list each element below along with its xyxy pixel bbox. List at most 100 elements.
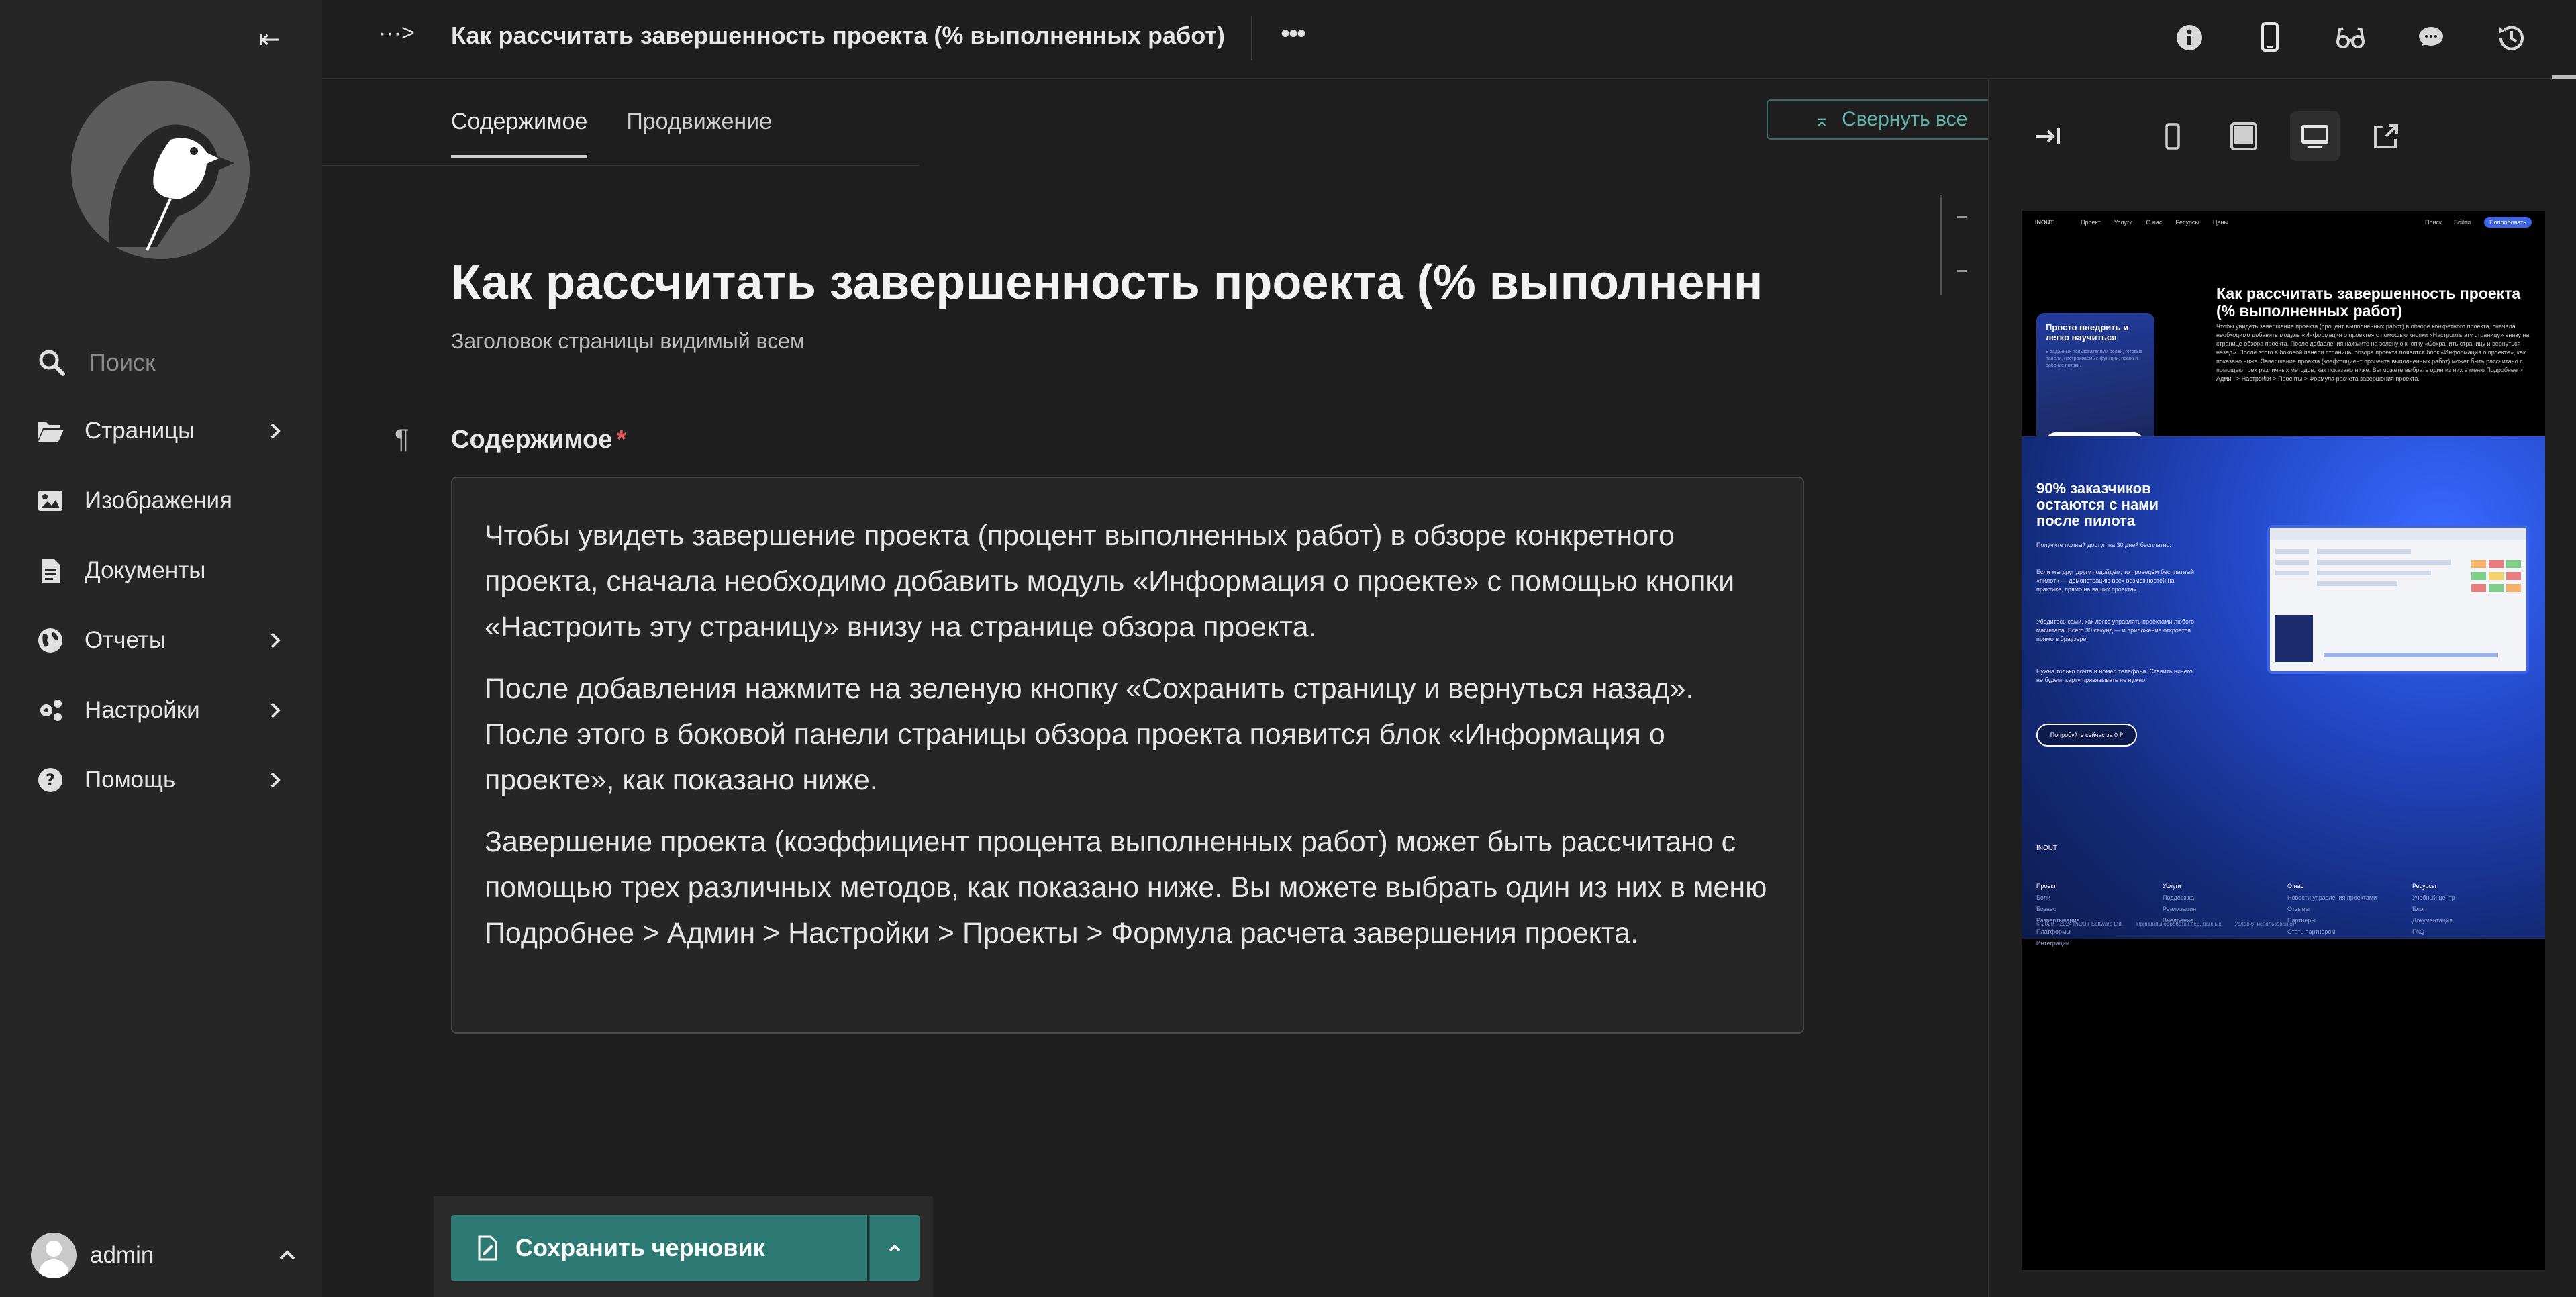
sidebar-item-label: Отчеты xyxy=(85,627,166,653)
search-row[interactable]: Поиск xyxy=(36,341,305,384)
site-article-body: Чтобы увидеть завершение проекта (процен… xyxy=(2216,323,2530,382)
cta-title: 90% заказчиков остаются с нами после пил… xyxy=(2036,480,2159,529)
globe-icon xyxy=(38,628,62,653)
chevron-right-icon xyxy=(270,702,281,718)
editor-paragraph[interactable]: Чтобы увидеть завершение проекта (процен… xyxy=(485,513,1771,650)
editor-tabs: Содержимое Продвижение xyxy=(451,109,811,158)
search-input[interactable]: Поиск xyxy=(89,348,156,377)
save-draft-label: Сохранить черновик xyxy=(515,1234,765,1261)
footer-column: Услуги Поддержка Реализация Внедрение xyxy=(2163,883,2197,924)
folder-open-icon xyxy=(38,422,64,442)
sidebar-menu: Страницы Изображения Документы Отчеты На… xyxy=(0,396,322,815)
site-nav-item[interactable]: Услуги xyxy=(2114,219,2133,226)
preview-iframe[interactable]: INOUT Проект Услуги О нас Ресурсы Цены П… xyxy=(2022,211,2545,1270)
sidebar-item-label: Настройки xyxy=(85,697,200,723)
desktop-icon xyxy=(2301,125,2328,148)
main-editor: Содержимое Продвижение ⌅ Свернуть все Ка… xyxy=(322,79,2015,1297)
site-nav-item[interactable]: Ресурсы xyxy=(2175,219,2199,226)
tab-promote[interactable]: Продвижение xyxy=(626,109,772,158)
chevron-right-icon xyxy=(270,772,281,788)
footer-column: О нас Новости управления проектами Отзыв… xyxy=(2287,883,2377,935)
sidebar-item-images[interactable]: Изображения xyxy=(0,466,322,536)
preview-mobile-button[interactable] xyxy=(2148,111,2197,161)
chevron-right-icon xyxy=(270,423,281,439)
rich-text-editor[interactable]: Чтобы увидеть завершение проекта (процен… xyxy=(451,477,1804,1034)
document-icon xyxy=(42,559,60,583)
cta-text: Получите полный доступ на 30 дней беспла… xyxy=(2036,542,2171,548)
required-asterisk: * xyxy=(616,426,627,454)
collapse-all-label: Свернуть все xyxy=(1842,108,1968,130)
site-login[interactable]: Войти xyxy=(2454,219,2471,226)
site-footer: INOUT Проект Боли Бизнес Развертывание П… xyxy=(2022,845,2545,1270)
glasses-icon[interactable] xyxy=(2330,17,2371,58)
mobile-preview-icon[interactable] xyxy=(2250,17,2290,58)
site-nav-item[interactable]: Цены xyxy=(2213,219,2228,226)
tab-content[interactable]: Содержимое xyxy=(451,109,588,158)
app-screenshot-image xyxy=(2267,525,2529,674)
avatar xyxy=(31,1233,77,1278)
external-link-icon xyxy=(2374,124,2398,148)
site-nav: INOUT Проект Услуги О нас Ресурсы Цены П… xyxy=(2022,211,2545,234)
cogs-icon xyxy=(40,700,62,721)
sidebar-item-label: Страницы xyxy=(85,418,195,444)
collapse-all-button[interactable]: ⌅ Свернуть все xyxy=(1767,99,2015,140)
comment-icon[interactable] xyxy=(2411,17,2451,58)
card-text: В заданных пользователями ролей, готовые… xyxy=(2046,350,2143,368)
info-icon[interactable] xyxy=(2169,17,2210,58)
page-title: Как рассчитать завершенность проекта (% … xyxy=(451,21,1225,49)
username: admin xyxy=(90,1242,154,1268)
footer-copyright: © 2020 – 2024 INOUT Software Ltd. Принци… xyxy=(2036,921,2295,927)
editor-paragraph[interactable]: Завершение проекта (коэффициент процента… xyxy=(485,819,1771,956)
title-help-text: Заголовок страницы видимый всем xyxy=(451,329,805,353)
preview-desktop-button[interactable] xyxy=(2290,111,2340,161)
account-menu[interactable]: admin xyxy=(31,1233,299,1278)
sidebar: ⇤ Поиск Страницы Изображения Документы О… xyxy=(0,0,322,1297)
minimap-marker[interactable] xyxy=(1957,270,1967,272)
site-nav-item[interactable]: О нас xyxy=(2146,219,2162,226)
search-icon xyxy=(39,350,65,376)
help-icon: ? xyxy=(38,768,62,792)
draft-icon xyxy=(478,1235,497,1261)
divider xyxy=(1251,16,1252,60)
tabs-divider xyxy=(322,165,920,166)
sidebar-item-documents[interactable]: Документы xyxy=(0,536,322,606)
editor-paragraph[interactable]: После добавления нажмите на зеленую кноп… xyxy=(485,666,1771,803)
breadcrumb-toggle[interactable]: ···> xyxy=(379,20,415,46)
cta-text: Если мы друг другу подойдём, то проведём… xyxy=(2036,569,2195,593)
image-icon xyxy=(38,491,62,511)
cta-text: Убедитесь сами, как легко управлять прое… xyxy=(2036,618,2195,642)
chevron-right-icon xyxy=(270,632,281,648)
close-preview-button[interactable] xyxy=(2023,111,2073,161)
footer-column: Проект Боли Бизнес Развертывание Платфор… xyxy=(2036,883,2080,947)
sidebar-item-label: Изображения xyxy=(85,487,232,514)
svg-text:?: ? xyxy=(46,771,55,789)
cta-button[interactable]: Попробуйте сейчас за 0 ₽ xyxy=(2036,724,2137,747)
wagtail-logo[interactable] xyxy=(70,79,251,260)
site-try-button[interactable]: Попробовать xyxy=(2484,217,2532,228)
more-save-actions-button[interactable] xyxy=(869,1215,920,1281)
save-draft-button[interactable]: Сохранить черновик xyxy=(451,1215,867,1281)
sidebar-item-reports[interactable]: Отчеты xyxy=(0,606,322,675)
history-icon[interactable] xyxy=(2491,17,2532,58)
more-actions-button[interactable]: ••• xyxy=(1269,13,1317,62)
preview-tablet-button[interactable] xyxy=(2219,111,2269,161)
body-field-label: Содержимое * xyxy=(451,426,626,454)
site-nav-item[interactable]: Проект xyxy=(2081,219,2101,226)
site-logo[interactable]: INOUT xyxy=(2035,219,2054,226)
sidebar-item-help[interactable]: ? Помощь xyxy=(0,745,322,815)
header-bar: ···> Как рассчитать завершенность проект… xyxy=(322,0,2576,79)
open-in-new-tab-button[interactable] xyxy=(2361,111,2411,161)
minimap-marker[interactable] xyxy=(1957,216,1967,218)
footer-logo: INOUT xyxy=(2036,845,2058,852)
sidebar-item-settings[interactable]: Настройки xyxy=(0,675,322,745)
sidebar-item-label: Документы xyxy=(85,557,206,583)
collapse-sidebar-button[interactable]: ⇤ xyxy=(250,23,289,56)
preview-panel: INOUT Проект Услуги О нас Ресурсы Цены П… xyxy=(1988,79,2576,1297)
sidebar-item-pages[interactable]: Страницы xyxy=(0,396,322,466)
site-article-title: Как рассчитать завершенность проекта (% … xyxy=(2216,285,2521,320)
title-field[interactable]: Как рассчитать завершенность проекта (% … xyxy=(451,255,1760,310)
site-search[interactable]: Поиск xyxy=(2425,219,2442,226)
minimap-rail xyxy=(1940,195,1942,295)
site-hero: Просто внедрить и легко научиться В зада… xyxy=(2022,234,2545,462)
cta-text: Нужна только почта и номер телефона. Ста… xyxy=(2036,668,2193,683)
